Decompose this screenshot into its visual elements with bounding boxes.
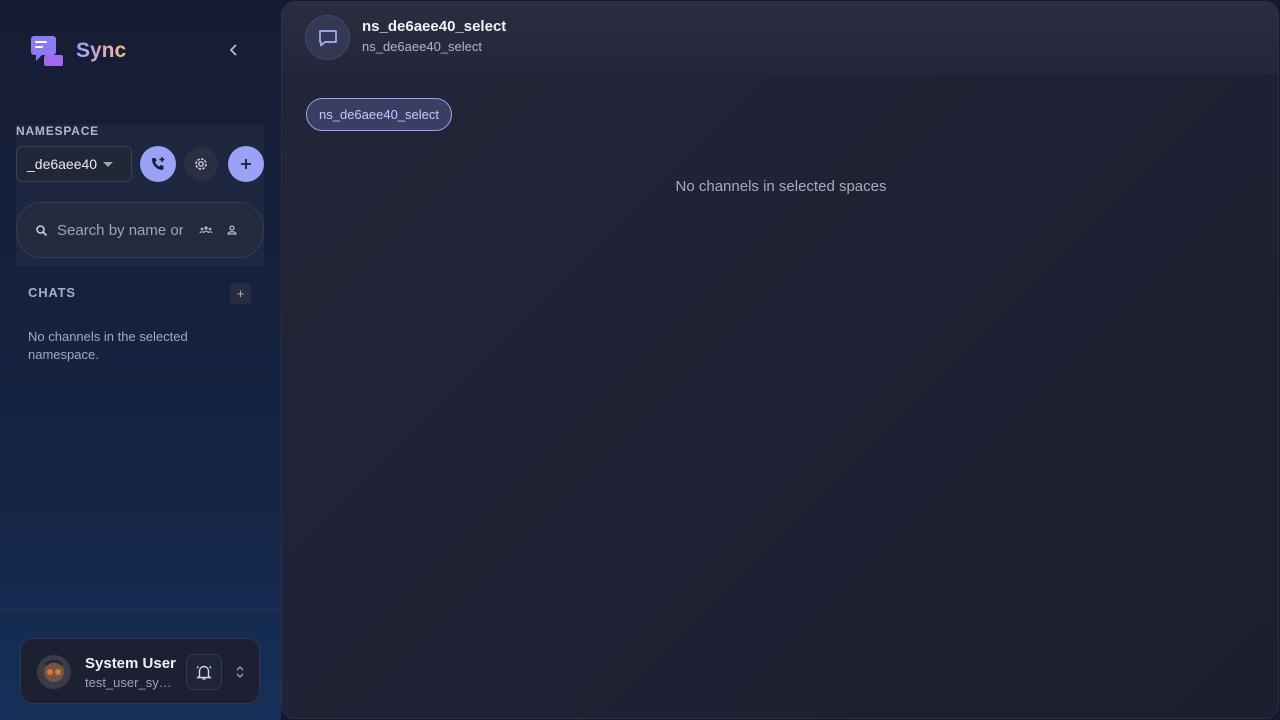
channel-avatar: [305, 15, 350, 60]
sidebar: Sync NAMESPACE _de6aee40 Search by name …: [0, 0, 281, 720]
chats-header: CHATS: [28, 285, 76, 300]
chat-bubbles-logo: [30, 34, 64, 68]
main-panel: ns_de6aee40_select ns_de6aee40_select ns…: [281, 1, 1279, 719]
plus-icon: [241, 159, 251, 169]
search-box: [16, 202, 264, 258]
chevron-updown-icon: [236, 666, 244, 678]
namespace-select[interactable]: _de6aee40: [16, 146, 132, 182]
user-name: System User: [85, 655, 176, 672]
notifications-button[interactable]: [186, 654, 222, 690]
channels-empty-message: No channels in selected spaces: [675, 178, 887, 195]
add-chat-button[interactable]: +: [230, 283, 251, 304]
avatar[interactable]: [37, 655, 71, 689]
bell-icon: [196, 665, 212, 680]
namespace-panel: NAMESPACE _de6aee40: [16, 124, 264, 266]
search-input[interactable]: [57, 219, 183, 241]
caret-down-icon: [103, 162, 113, 167]
namespace-label: NAMESPACE: [16, 124, 99, 138]
add-namespace-button[interactable]: [228, 146, 264, 182]
chevron-left-icon: [229, 44, 237, 56]
start-call-button[interactable]: [140, 146, 176, 182]
collapse-sidebar-button[interactable]: [222, 38, 246, 62]
brand[interactable]: Sync: [30, 34, 126, 68]
chats-empty-message: No channels in the selected namespace.: [28, 329, 188, 362]
channel-title: ns_de6aee40_select: [362, 18, 507, 35]
channel-subtitle: ns_de6aee40_select: [362, 39, 482, 54]
user-handle: test_user_system: [85, 675, 177, 690]
search-icon: [36, 225, 48, 237]
namespace-selected-value: _de6aee40: [27, 156, 98, 172]
sidebar-divider: [0, 609, 281, 610]
user-card[interactable]: System User test_user_system: [20, 638, 260, 704]
message-icon: [318, 29, 337, 46]
phone-add-icon: [152, 157, 165, 170]
gear-icon: [195, 158, 207, 170]
channel-header: ns_de6aee40_select ns_de6aee40_select: [282, 2, 1278, 74]
person-icon[interactable]: [225, 223, 239, 242]
space-filter-chip[interactable]: ns_de6aee40_select: [306, 98, 452, 131]
group-icon[interactable]: [199, 223, 213, 242]
brand-name: Sync: [76, 39, 127, 62]
user-menu-toggle[interactable]: [233, 663, 247, 681]
app: Sync NAMESPACE _de6aee40 Search by name …: [0, 0, 1280, 720]
namespace-settings-button[interactable]: [184, 147, 218, 181]
